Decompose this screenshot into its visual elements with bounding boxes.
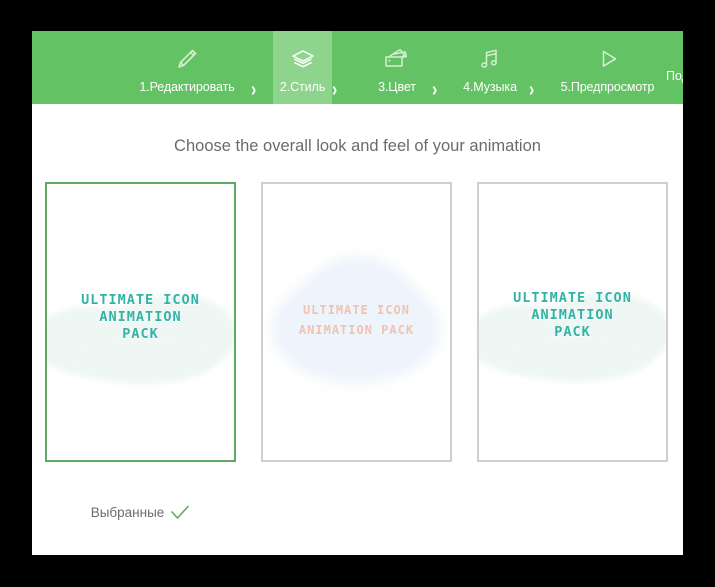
style-preview-line: ANIMATION (531, 307, 614, 323)
style-card-option-1[interactable]: ULTIMATE ICON ANIMATION PACK (45, 182, 236, 462)
submit-button[interactable]: Под (666, 69, 683, 83)
style-preview-line: ANIMATION (99, 309, 182, 325)
selected-indicator: Выбранные (45, 498, 236, 528)
style-preview-line: ULTIMATE ICON (513, 290, 632, 306)
selected-label: Выбранные (90, 505, 165, 520)
check-icon (170, 505, 190, 521)
layers-icon (273, 36, 332, 76)
style-preview-line: ULTIMATE ICON (303, 303, 410, 317)
step-tab-style-label: 2.Стиль (279, 80, 326, 94)
style-preview-art-2: ULTIMATE ICON ANIMATION PACK (263, 184, 450, 460)
step-tab-color-label: 3.Цвет (378, 80, 416, 94)
step-tab-music[interactable]: 4.Музыка (450, 31, 530, 104)
step-separator-2: › (332, 79, 338, 101)
style-preview-line: ULTIMATE ICON (81, 292, 200, 308)
music-note-icon (450, 36, 530, 76)
style-preview-line: ANIMATION PACK (298, 323, 415, 337)
style-preview-line: PACK (122, 326, 159, 342)
step-tab-color[interactable]: 3.Цвет (357, 31, 437, 104)
play-icon (542, 36, 673, 76)
style-card-list: ULTIMATE ICON ANIMATION PACK ULTIMATE IC… (32, 182, 683, 466)
step-tab-preview-label: 5.Предпросмотр (560, 80, 655, 94)
step-tab-music-label: 4.Музыка (463, 80, 517, 94)
style-preview-line: PACK (554, 324, 591, 340)
step-navigation-bar: 1.Редактировать › 2.Стиль › 3.Цвет › 4.М… (32, 31, 683, 104)
pencil-icon (120, 36, 254, 76)
main-content: Choose the overall look and feel of your… (32, 104, 683, 520)
step-tab-edit-label: 1.Редактировать (139, 80, 235, 94)
color-palette-icon (357, 36, 437, 76)
step-separator-4: › (529, 79, 535, 101)
step-tab-edit[interactable]: 1.Редактировать (120, 31, 254, 104)
style-preview-art-3: ULTIMATE ICON ANIMATION PACK (479, 184, 666, 460)
step-tab-preview[interactable]: 5.Предпросмотр (542, 31, 673, 104)
style-card-option-3[interactable]: ULTIMATE ICON ANIMATION PACK (477, 182, 668, 462)
style-preview-art-1: ULTIMATE ICON ANIMATION PACK (47, 184, 234, 460)
step-tab-style[interactable]: 2.Стиль (273, 31, 332, 104)
step-separator-1: › (251, 79, 257, 101)
page-subtitle: Choose the overall look and feel of your… (174, 137, 541, 155)
step-separator-3: › (432, 79, 438, 101)
style-card-option-2[interactable]: ULTIMATE ICON ANIMATION PACK (261, 182, 452, 462)
application-window: 1.Редактировать › 2.Стиль › 3.Цвет › 4.М… (32, 31, 683, 555)
